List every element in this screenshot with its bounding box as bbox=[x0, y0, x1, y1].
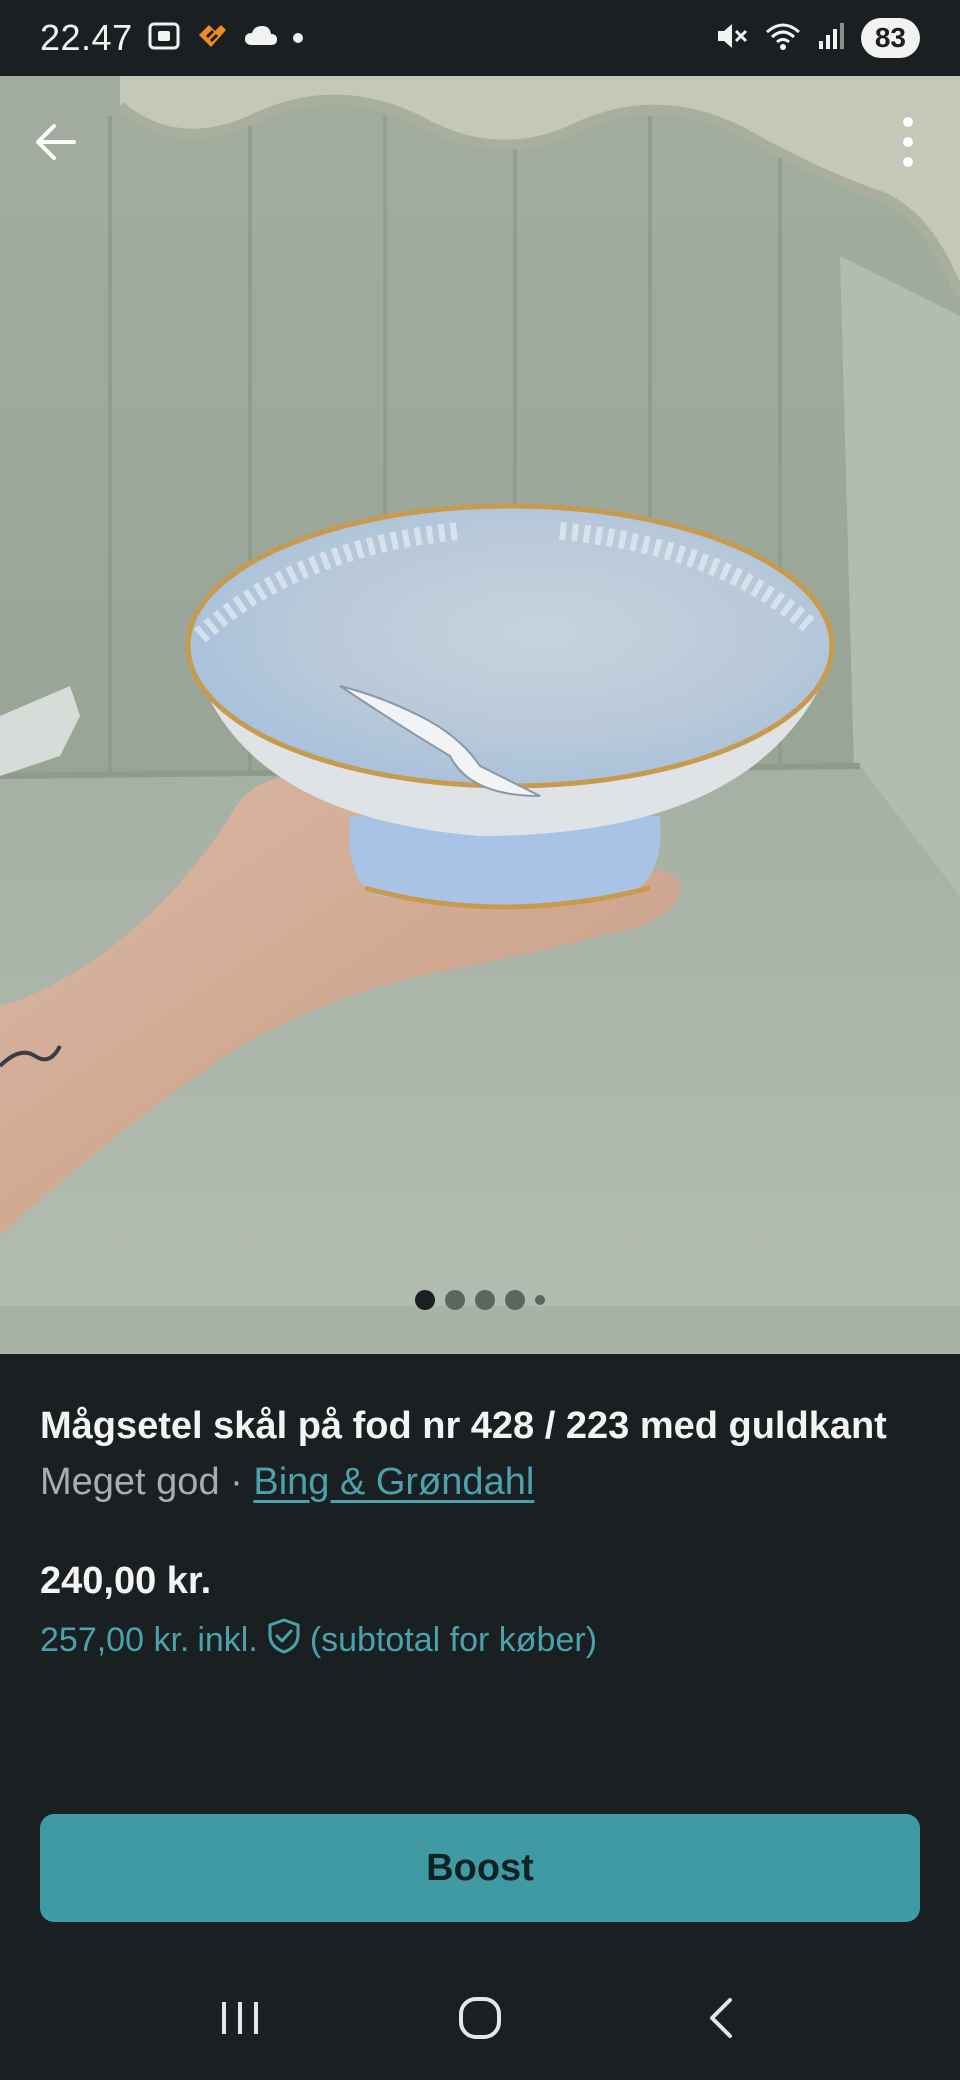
pager-dot[interactable] bbox=[505, 1290, 525, 1310]
price-including-protection[interactable]: 257,00 kr. inkl. (subtotal for køber) bbox=[40, 1617, 920, 1664]
nav-back-icon bbox=[702, 1994, 738, 2047]
nav-back-button[interactable] bbox=[670, 1980, 770, 2060]
listing-title: Mågsetel skål på fod nr 428 / 223 med gu… bbox=[40, 1405, 887, 1447]
listing-photo bbox=[0, 76, 960, 1354]
shield-check-icon bbox=[266, 1617, 302, 1664]
condition-label: Meget god bbox=[40, 1461, 220, 1503]
pager-dot[interactable] bbox=[415, 1290, 435, 1310]
cloud-icon bbox=[243, 23, 279, 54]
gallery-pager bbox=[0, 1290, 960, 1310]
home-button[interactable] bbox=[430, 1980, 530, 2060]
notification-dot-icon bbox=[292, 33, 303, 43]
price-incl-amount: 257,00 kr. bbox=[40, 1621, 190, 1659]
recents-icon bbox=[218, 1998, 262, 2043]
price: 240,00 kr. bbox=[40, 1560, 212, 1602]
recents-button[interactable] bbox=[190, 1980, 290, 2060]
boost-button[interactable]: Boost bbox=[40, 1814, 920, 1922]
screenshot-icon bbox=[147, 21, 181, 56]
listing-meta: Meget god · Bing & Grøndahl bbox=[40, 1454, 920, 1510]
system-navigation-bar bbox=[0, 1960, 960, 2080]
price-incl-note: (subtotal for køber) bbox=[309, 1621, 598, 1659]
price-incl-label: inkl. bbox=[197, 1621, 258, 1659]
home-icon bbox=[456, 1994, 504, 2047]
brand-link[interactable]: Bing & Grøndahl bbox=[253, 1461, 534, 1503]
battery-indicator: 83 bbox=[860, 18, 920, 58]
wifi-icon bbox=[763, 20, 803, 57]
listing-info: Mågsetel skål på fod nr 428 / 223 med gu… bbox=[40, 1398, 920, 1664]
arrow-left-icon bbox=[32, 118, 80, 171]
status-bar: 22.47 83 bbox=[0, 0, 960, 76]
pager-dot[interactable] bbox=[535, 1295, 545, 1305]
more-options-button[interactable] bbox=[876, 112, 940, 176]
meta-separator: · bbox=[219, 1461, 254, 1503]
back-button[interactable] bbox=[24, 112, 88, 176]
pager-dot[interactable] bbox=[445, 1290, 465, 1310]
status-time: 22.47 bbox=[40, 17, 133, 58]
pager-dot[interactable] bbox=[475, 1290, 495, 1310]
signal-icon bbox=[817, 21, 847, 56]
listing-photo-gallery[interactable] bbox=[0, 76, 960, 1354]
more-vertical-icon bbox=[898, 114, 918, 175]
app-notification-icon bbox=[195, 21, 229, 56]
mute-icon bbox=[715, 20, 749, 57]
